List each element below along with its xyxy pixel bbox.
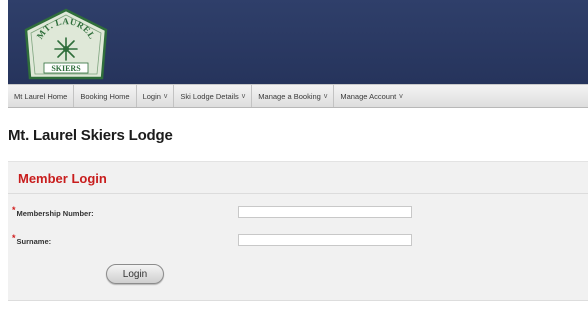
nav-item-label: Manage a Booking <box>258 91 321 101</box>
page-title: Mt. Laurel Skiers Lodge <box>8 127 173 144</box>
membership-number-label-text: Membership Number: <box>16 209 94 218</box>
surname-label: *Surname: <box>12 233 52 246</box>
chevron-down-icon: v <box>241 92 246 100</box>
membership-number-row: *Membership Number: <box>8 204 588 224</box>
login-button[interactable]: Login <box>106 264 164 284</box>
site-header: MT. LAUREL SKIERS <box>0 0 588 84</box>
main-nav: Mt Laurel Home Booking Home Login v Ski … <box>8 84 588 108</box>
logo-bottom-text: SKIERS <box>51 64 81 73</box>
nav-item-ski-lodge-details[interactable]: Ski Lodge Details v <box>174 85 253 107</box>
nav-item-booking-home[interactable]: Booking Home <box>74 85 137 107</box>
surname-label-text: Surname: <box>16 237 52 246</box>
required-marker: * <box>12 233 16 243</box>
nav-item-manage-a-booking[interactable]: Manage a Booking v <box>252 85 335 107</box>
nav-item-manage-account[interactable]: Manage Account v <box>334 85 408 107</box>
nav-item-label: Mt Laurel Home <box>14 91 68 101</box>
panel-bottom-divider <box>8 300 588 301</box>
header-left-strip <box>0 0 8 84</box>
snowflake-icon <box>54 37 78 61</box>
nav-item-label: Login <box>142 91 161 101</box>
nav-item-mt-laurel-home[interactable]: Mt Laurel Home <box>8 85 75 107</box>
required-marker: * <box>12 205 16 215</box>
chevron-down-icon: v <box>323 92 328 100</box>
lodge-logo[interactable]: MT. LAUREL SKIERS <box>18 8 114 82</box>
membership-number-label: *Membership Number: <box>12 205 94 218</box>
surname-field[interactable] <box>238 234 412 246</box>
chevron-down-icon: v <box>163 92 168 100</box>
membership-number-field[interactable] <box>238 206 412 218</box>
member-login-panel: Member Login *Membership Number: *Surnam… <box>8 161 588 300</box>
nav-item-login[interactable]: Login v <box>137 85 175 107</box>
panel-title: Member Login <box>18 171 107 186</box>
nav-item-label: Ski Lodge Details <box>180 91 239 101</box>
nav-item-label: Manage Account <box>340 91 397 101</box>
panel-divider <box>8 193 588 194</box>
chevron-down-icon: v <box>399 92 403 100</box>
surname-row: *Surname: <box>8 232 588 252</box>
nav-item-label: Booking Home <box>80 91 130 101</box>
